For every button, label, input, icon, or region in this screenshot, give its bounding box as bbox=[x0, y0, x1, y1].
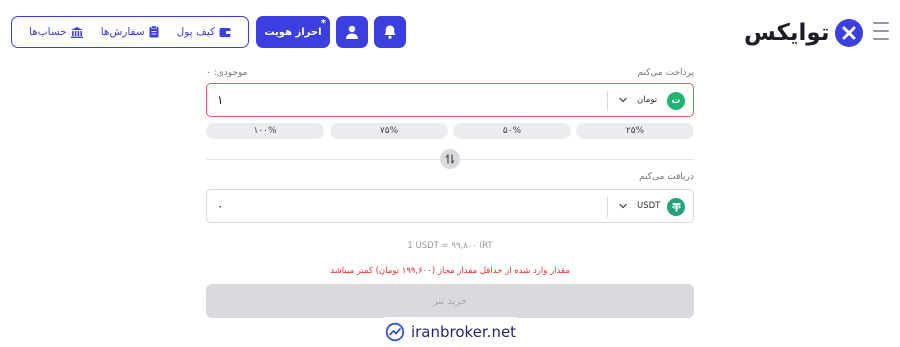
tether-icon bbox=[667, 198, 685, 216]
exchange-rate: 1 USDT = ۹۹,۸۰۰ IRT bbox=[407, 241, 493, 251]
top-nav: کیف پول سفارش‌ها حساب‌ها bbox=[11, 16, 249, 48]
receive-amount-value[interactable]: ۰ bbox=[217, 199, 223, 213]
chart-trend-icon bbox=[385, 322, 405, 342]
currency-divider bbox=[607, 91, 608, 111]
percent-75-button[interactable]: ۷۵% bbox=[330, 123, 448, 139]
toman-icon: ت bbox=[667, 92, 685, 110]
nav-accounts[interactable]: حساب‌ها bbox=[29, 26, 83, 38]
bank-icon bbox=[70, 26, 83, 38]
percent-100-button[interactable]: ۱۰۰% bbox=[206, 123, 324, 139]
logo[interactable]: توایکس bbox=[744, 16, 864, 50]
bell-icon bbox=[384, 25, 396, 39]
kyc-button[interactable]: احراز هویت * bbox=[256, 16, 330, 48]
nav-accounts-label: حساب‌ها bbox=[29, 26, 67, 38]
pay-amount-field[interactable]: ۱ تومان ت bbox=[206, 83, 694, 117]
pay-currency-name[interactable]: تومان bbox=[637, 95, 657, 105]
watermark-text: iranbroker.net bbox=[410, 323, 517, 341]
nav-orders-label: سفارش‌ها bbox=[100, 26, 145, 38]
swap-icon bbox=[445, 154, 455, 164]
percent-50-button[interactable]: ۵۰% bbox=[453, 123, 571, 139]
kyc-dot: * bbox=[320, 18, 326, 29]
wallet-icon bbox=[219, 27, 231, 37]
nav-orders[interactable]: سفارش‌ها bbox=[101, 26, 159, 38]
nav-wallet-label: کیف پول bbox=[176, 26, 215, 38]
watermark: iranbroker.net bbox=[373, 317, 528, 347]
toman-icon-text: ت bbox=[671, 96, 681, 106]
receive-amount-field[interactable]: ۰ USDT bbox=[206, 189, 694, 223]
buy-button[interactable]: خرید تتر bbox=[206, 284, 694, 318]
percent-25-button[interactable]: ۲۵% bbox=[576, 123, 694, 139]
notifications-button[interactable] bbox=[374, 16, 406, 48]
chevron-down-icon[interactable] bbox=[617, 94, 629, 106]
currency-divider bbox=[607, 197, 608, 217]
pay-label: پرداخت می‌کنم bbox=[637, 68, 694, 78]
user-icon bbox=[346, 25, 358, 39]
profile-button[interactable] bbox=[336, 16, 368, 48]
logo-text: توایکس bbox=[744, 20, 830, 46]
menu-icon[interactable] bbox=[873, 22, 889, 40]
balance-label: موجودی: ۰ bbox=[206, 68, 248, 78]
kyc-label: احراز هویت bbox=[264, 26, 322, 38]
orders-icon bbox=[149, 26, 159, 38]
chevron-down-icon[interactable] bbox=[617, 200, 629, 212]
pay-amount-value[interactable]: ۱ bbox=[217, 93, 223, 107]
nav-wallet[interactable]: کیف پول bbox=[177, 26, 231, 38]
error-message: مقدار وارد شده از حداقل مقدار مجاز (۱۹۹,… bbox=[330, 266, 570, 276]
receive-label: دریافت می‌کنم bbox=[639, 172, 694, 182]
logo-mark-icon bbox=[835, 19, 864, 47]
swap-button[interactable] bbox=[440, 149, 460, 169]
receive-currency-name[interactable]: USDT bbox=[637, 201, 660, 211]
